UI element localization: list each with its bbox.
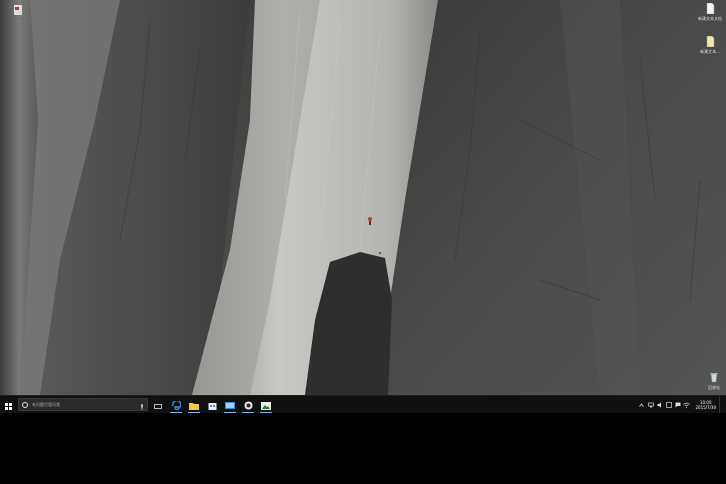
notification-icon[interactable]: [673, 396, 682, 413]
app-icon: [244, 395, 253, 414]
clock-date: 2015/7/30: [695, 404, 716, 410]
volume-icon[interactable]: [655, 396, 664, 413]
task-view-button[interactable]: [149, 396, 167, 413]
windows-logo-icon: [5, 395, 12, 414]
wifi-icon[interactable]: [682, 396, 691, 413]
desktop-icon-app[interactable]: ...: [3, 4, 33, 23]
microphone-icon[interactable]: [140, 395, 144, 414]
taskbar-photos[interactable]: [257, 396, 275, 413]
show-desktop-button[interactable]: [719, 396, 722, 413]
ime-icon[interactable]: [664, 396, 673, 413]
taskbar-store[interactable]: [203, 396, 221, 413]
desktop-icon-new-text-doc-2[interactable]: 新建文本...: [695, 35, 725, 54]
desktop-icon-label: 新建文本文档: [698, 16, 722, 21]
network-icon[interactable]: [646, 396, 655, 413]
cortana-icon: [22, 401, 28, 408]
folder-icon: [189, 395, 199, 414]
desktop-icon-label: ...: [16, 18, 20, 23]
document-icon: [695, 35, 725, 48]
search-placeholder: 有问题尽管问我: [32, 401, 60, 407]
task-view-icon: [154, 395, 162, 414]
photos-icon: [261, 395, 271, 414]
settings-icon: [225, 395, 235, 414]
edge-icon: [171, 395, 181, 414]
desktop-icon-new-text-doc[interactable]: 新建文本文档: [695, 2, 725, 21]
search-box[interactable]: 有问题尽管问我: [18, 398, 148, 411]
system-tray: 10:00 2015/7/30: [637, 396, 726, 413]
taskbar-edge[interactable]: [167, 396, 185, 413]
start-button[interactable]: [0, 396, 17, 413]
document-icon: [695, 2, 725, 15]
taskbar-settings[interactable]: [221, 396, 239, 413]
taskbar-app[interactable]: [239, 396, 257, 413]
clock[interactable]: 10:00 2015/7/30: [695, 400, 716, 410]
app-icon: [3, 4, 33, 17]
wallpaper: [0, 0, 726, 395]
taskbar-file-explorer[interactable]: [185, 396, 203, 413]
recycle-bin-icon: [699, 372, 726, 384]
taskbar: 有问题尽管问我 10:00 2015/7/30: [0, 395, 726, 413]
desktop-icon-label: 回收站: [708, 385, 720, 390]
desktop-icon-recycle-bin[interactable]: 回收站: [699, 372, 726, 390]
chevron-up-icon[interactable]: [637, 396, 646, 413]
store-icon: [208, 395, 217, 414]
desktop[interactable]: ... 新建文本文档 新建文本... 回收站: [0, 0, 726, 395]
black-area: [0, 413, 726, 484]
desktop-icon-label: 新建文本...: [700, 49, 720, 54]
